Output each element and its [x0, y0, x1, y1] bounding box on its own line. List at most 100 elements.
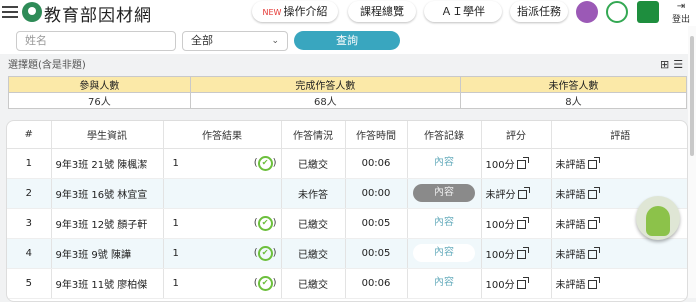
chevron-down-icon: ⌄ [271, 36, 279, 46]
score-cell[interactable]: 100分 [481, 148, 552, 179]
record-content-button[interactable]: 內容 [413, 274, 475, 292]
col-header-record: 作答記錄 [407, 121, 482, 149]
new-badge: NEW [262, 8, 282, 17]
check-icon: ✔ [257, 155, 273, 171]
external-link-icon [516, 156, 529, 169]
scrollbar-thumb[interactable] [690, 36, 694, 156]
comment-value: 未評語 [555, 189, 586, 201]
hamburger-menu-icon[interactable] [2, 3, 18, 19]
comment-cell[interactable]: 未評語 [551, 268, 687, 299]
correct-indicator: (✔) [254, 275, 277, 291]
view-toggle: ⊞ ☰ [656, 58, 683, 71]
time-cell: 00:06 [345, 268, 408, 299]
gdu-icon[interactable] [576, 1, 598, 23]
student-info: 9年3班 9號 陳譁 [51, 238, 164, 269]
time-cell: 00:05 [345, 208, 408, 239]
status-cell: 未作答 [281, 178, 346, 209]
row-number: 5 [7, 268, 52, 299]
page-scrollbar[interactable] [688, 26, 696, 298]
site-logo-icon [22, 2, 42, 22]
ai-companion-mascot-icon[interactable] [636, 196, 680, 240]
logout-icon: ⇥ [676, 1, 686, 12]
result-cell: 1 (✔) [163, 268, 282, 299]
score-cell[interactable]: 100分 [481, 238, 552, 269]
row-number: 1 [7, 148, 52, 179]
summary-value: 8人 [459, 92, 688, 109]
correct-indicator: (✔) [254, 245, 277, 261]
nav-intro-label: 操作介紹 [283, 5, 328, 18]
comment-value: 未評語 [555, 219, 586, 231]
result-cell: 1 (✔) [163, 208, 282, 239]
score-value: 100分 [485, 159, 515, 171]
comment-value: 未評語 [555, 159, 586, 171]
correct-indicator: (✔) [254, 215, 277, 231]
status-cell: 已繳交 [281, 148, 346, 179]
summary-header: 未作答人數 [459, 76, 688, 93]
grid-view-icon[interactable]: ⊞ [660, 58, 669, 71]
status-select-value: 全部 [191, 34, 213, 47]
nav-courses-button[interactable]: 課程總覽 [348, 1, 416, 22]
record-content-button[interactable]: 內容 [413, 184, 475, 202]
row-number: 2 [7, 178, 52, 209]
search-button[interactable]: 查詢 [294, 31, 400, 50]
table-row: 3 9年3班 12號 顏子軒 1 (✔) 已繳交 00:05 內容 100分 未評… [7, 208, 687, 239]
summary-table: 參與人數 完成作答人數 未作答人數 76人 68人 8人 [8, 76, 688, 109]
record-cell: 內容 [407, 208, 482, 239]
col-header-comment: 評語 [551, 121, 687, 149]
check-icon: ✔ [257, 215, 273, 231]
score-value: 100分 [485, 279, 515, 291]
external-link-icon [516, 276, 529, 289]
comment-cell[interactable]: 未評語 [551, 148, 687, 179]
col-header-number: # [7, 121, 52, 149]
status-cell: 已繳交 [281, 268, 346, 299]
filter-bar: 姓名 全部 ⌄ 查詢 [0, 26, 688, 54]
list-view-icon[interactable]: ☰ [673, 58, 683, 71]
record-content-button[interactable]: 內容 [413, 154, 475, 172]
student-table-card: # 學生資訊 作答結果 作答情況 作答時間 作答記錄 評分 評語 1 9年3班 … [6, 120, 688, 302]
time-cell: 00:06 [345, 148, 408, 179]
result-cell: 1 (✔) [163, 238, 282, 269]
student-info: 9年3班 16號 林宜宣 [51, 178, 164, 209]
result-cell [163, 178, 282, 209]
comment-value: 未評語 [555, 249, 586, 261]
classroom-icon[interactable] [637, 1, 659, 23]
correct-indicator: (✔) [254, 155, 277, 171]
external-link-icon [516, 246, 529, 259]
summary-value: 68人 [189, 92, 461, 109]
external-link-icon [516, 216, 529, 229]
status-cell: 已繳交 [281, 238, 346, 269]
check-icon: ✔ [257, 275, 273, 291]
check-icon: ✔ [257, 245, 273, 261]
record-content-button[interactable]: 內容 [413, 244, 475, 262]
student-info: 9年3班 12號 顏子軒 [51, 208, 164, 239]
table-row: 2 9年3班 16號 林宜宣 未作答 00:00 內容 未評分 未評語 [7, 178, 687, 209]
logout-button[interactable]: ⇥ 登出 [669, 1, 693, 25]
score-cell[interactable]: 100分 [481, 208, 552, 239]
record-content-button[interactable]: 內容 [413, 214, 475, 232]
student-table: # 學生資訊 作答結果 作答情況 作答時間 作答記錄 評分 評語 1 9年3班 … [7, 121, 687, 299]
score-value: 100分 [485, 219, 515, 231]
col-header-time: 作答時間 [345, 121, 408, 149]
external-link-icon [587, 216, 600, 229]
record-cell: 內容 [407, 238, 482, 269]
nav-ai-companion-button[interactable]: ＡＩ學伴 [424, 1, 502, 22]
nav-intro-button[interactable]: NEW 操作介紹 [252, 1, 338, 22]
nav-assign-task-button[interactable]: 指派任務 [510, 1, 568, 22]
table-row: 1 9年3班 21號 陳楓潔 1 (✔) 已繳交 00:06 內容 100分 未評… [7, 148, 687, 179]
site-title[interactable]: 教育部因材網 [44, 1, 152, 26]
external-link-icon [587, 246, 600, 259]
name-input[interactable]: 姓名 [16, 31, 176, 51]
record-cell: 內容 [407, 178, 482, 209]
comment-cell[interactable]: 未評語 [551, 238, 687, 269]
meet-icon[interactable] [606, 1, 628, 23]
score-cell[interactable]: 100分 [481, 268, 552, 299]
result-value: 1 [172, 217, 179, 229]
external-link-icon [587, 186, 600, 199]
result-value: 1 [172, 277, 179, 289]
summary-header: 參與人數 [8, 76, 191, 93]
external-link-icon [517, 186, 530, 199]
col-header-status: 作答情況 [281, 121, 346, 149]
score-cell[interactable]: 未評分 [481, 178, 552, 209]
status-select[interactable]: 全部 ⌄ [182, 31, 288, 51]
question-type-label: 選擇題(含是非題) [8, 60, 86, 71]
